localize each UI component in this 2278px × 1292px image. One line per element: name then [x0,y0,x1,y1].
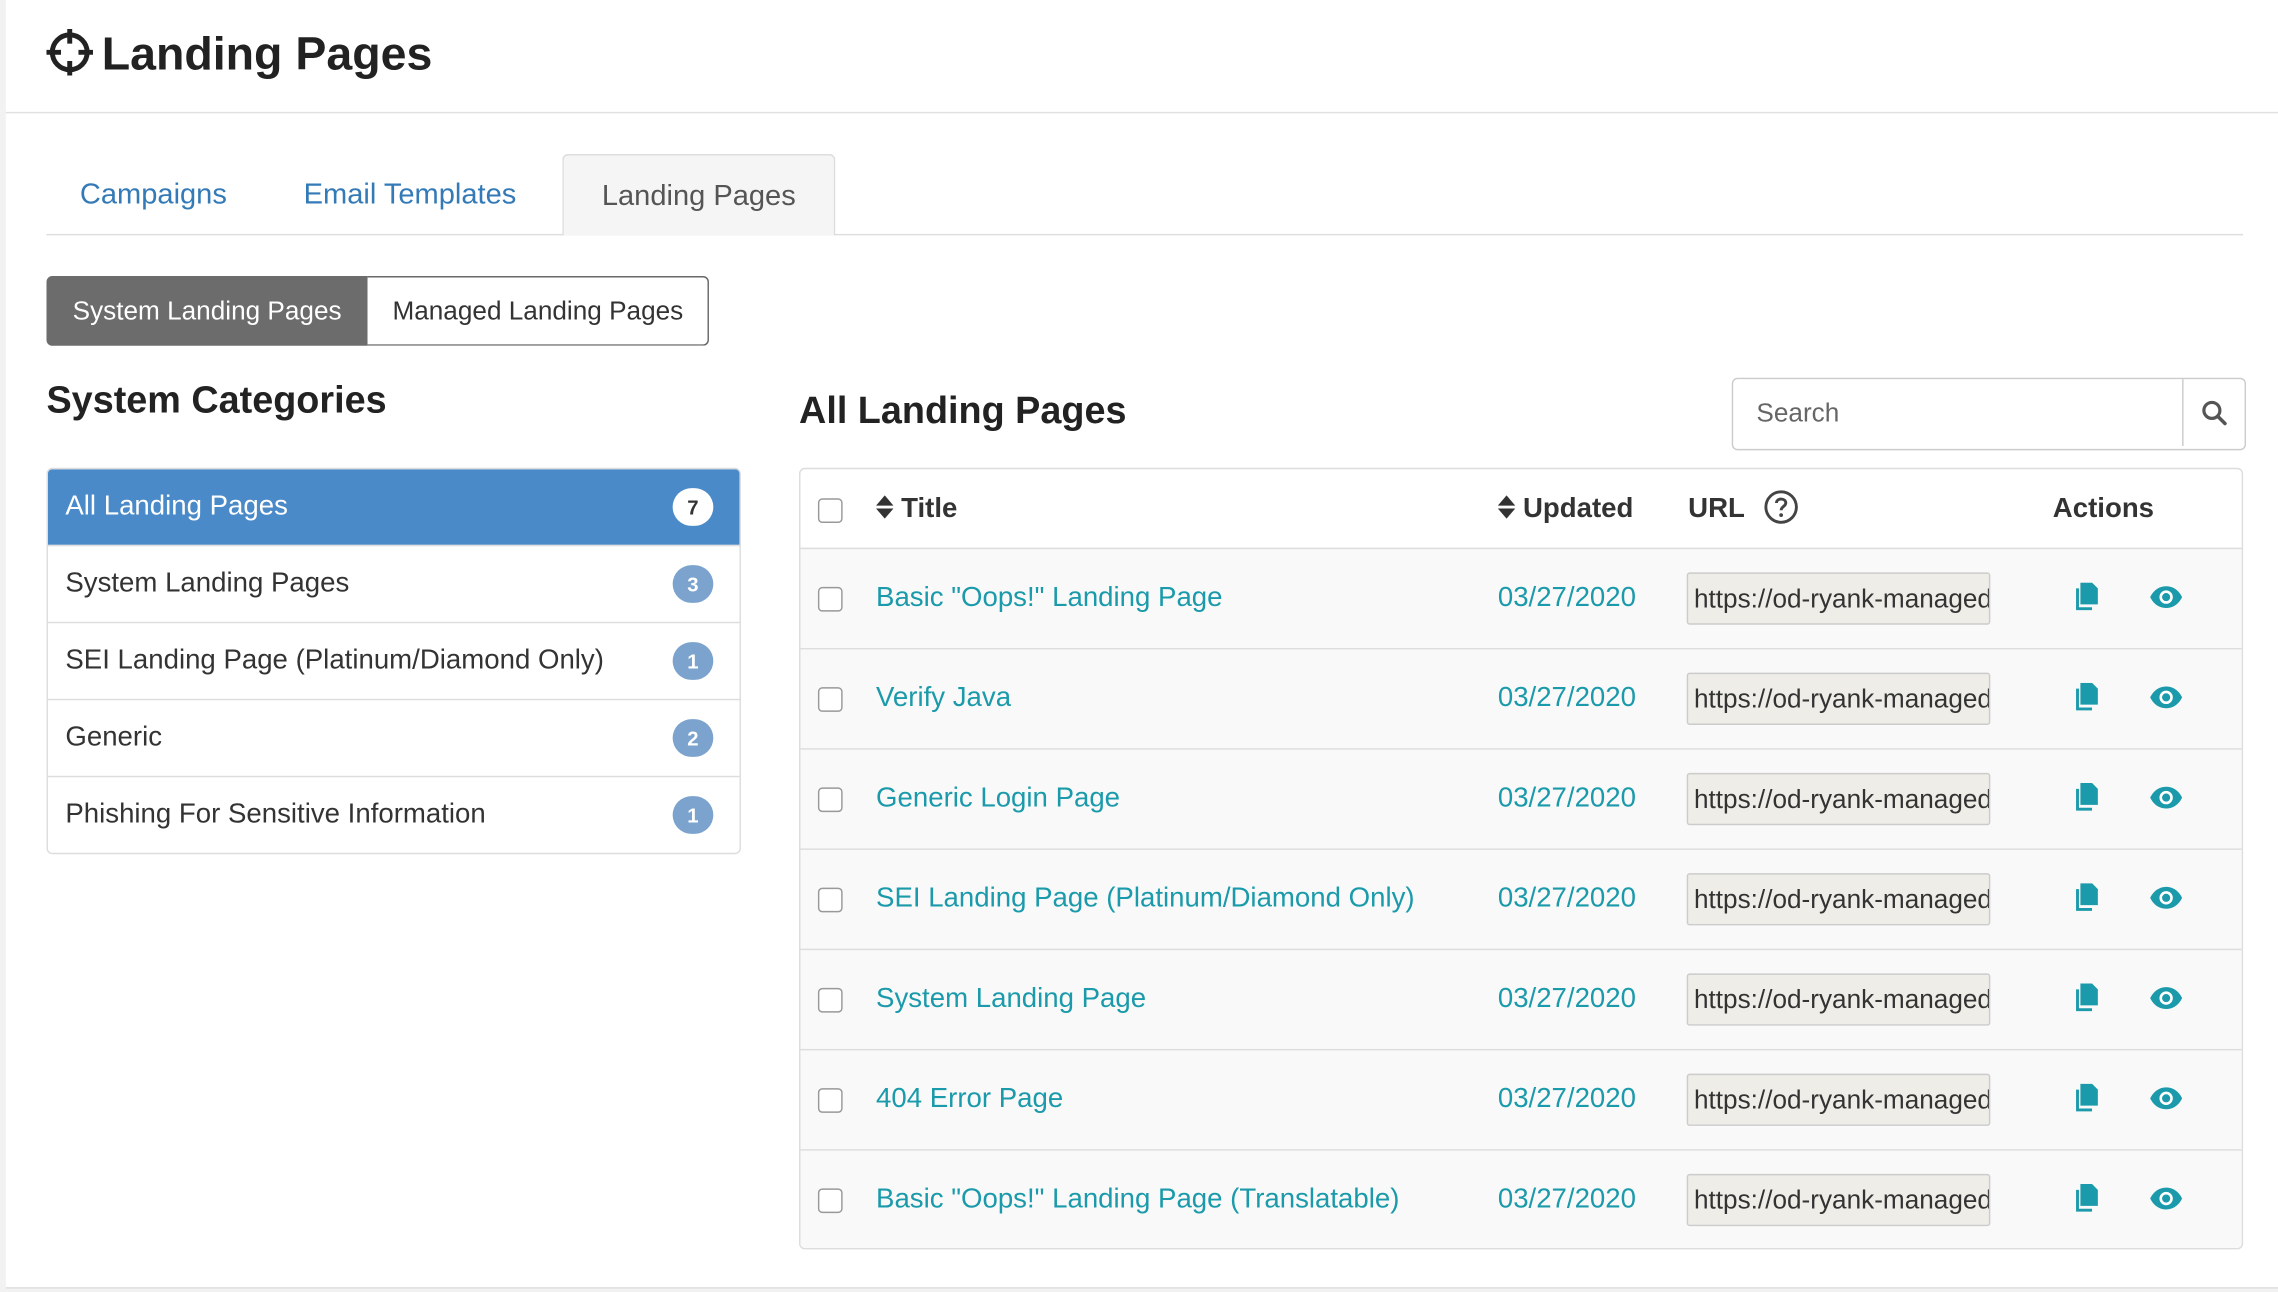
column-updated[interactable]: Updated [1497,469,1634,547]
row-title-link[interactable]: Basic "Oops!" Landing Page [876,549,1222,648]
copy-icon[interactable] [2075,682,2101,712]
row-title-link[interactable]: Generic Login Page [876,750,1120,849]
row-checkbox[interactable] [817,1088,843,1113]
crosshairs-icon [46,29,93,76]
eye-icon[interactable] [2149,686,2184,709]
page: Landing Pages Campaigns Email Templates … [5,0,2278,1289]
category-item-phishing[interactable]: Phishing For Sensitive Information 1 [47,775,740,853]
copy-icon[interactable] [2075,1184,2101,1213]
eye-icon[interactable] [2149,786,2184,809]
category-label: System Landing Pages [65,568,350,599]
system-landing-pages-button[interactable]: System Landing Pages [46,276,368,346]
search-input[interactable] [1733,379,2170,447]
row-checkbox[interactable] [817,887,843,913]
column-url: URL [1688,469,1798,547]
row-url-field[interactable]: https://od-ryank-managed [1686,572,1991,625]
copy-icon[interactable] [2075,783,2101,812]
page-header: Landing Pages [5,0,2278,114]
landing-page-type-toggle: System Landing Pages Managed Landing Pag… [46,276,710,346]
eye-icon[interactable] [2149,986,2184,1009]
category-list: All Landing Pages 7 System Landing Pages… [46,467,741,855]
table-row: System Landing Page 03/27/2020 https://o… [800,948,2242,1049]
table-header: Title Updated URL Actions [800,469,2242,551]
sidebar-title: System Categories [46,377,387,422]
count-badge: 3 [672,565,714,603]
row-url-field[interactable]: https://od-ryank-managed [1686,973,1991,1026]
row-url-field[interactable]: https://od-ryank-managed [1686,873,1991,926]
row-updated: 03/27/2020 [1497,582,1636,614]
row-updated: 03/27/2020 [1497,883,1636,914]
column-url-label: URL [1688,493,1745,525]
search-box [1731,377,2247,451]
row-checkbox[interactable] [817,687,843,712]
row-title-link[interactable]: 404 Error Page [876,1050,1063,1149]
category-item-system[interactable]: System Landing Pages 3 [47,544,740,622]
tab-landing-pages[interactable]: Landing Pages [562,153,836,236]
row-checkbox[interactable] [817,1188,843,1214]
copy-icon[interactable] [2075,983,2101,1013]
table-row: 404 Error Page 03/27/2020 https://od-rya… [800,1048,2242,1150]
column-updated-label: Updated [1522,493,1634,525]
category-item-all[interactable]: All Landing Pages 7 [47,469,740,545]
row-title-link[interactable]: Basic "Oops!" Landing Page (Translatable… [876,1151,1399,1248]
page-title: Landing Pages [101,27,433,80]
row-checkbox[interactable] [817,586,843,612]
row-title-link[interactable]: System Landing Page [876,950,1146,1049]
row-checkbox[interactable] [817,787,843,813]
tab-bar: Campaigns Email Templates Landing Pages [46,153,2244,236]
tab-email-templates[interactable]: Email Templates [304,154,517,234]
canvas: Landing Pages Campaigns Email Templates … [0,0,2278,1292]
row-url-field[interactable]: https://od-ryank-managed [1686,772,1991,826]
column-actions: Actions [2052,493,2155,525]
count-badge: 1 [672,642,714,680]
sort-icon [876,495,894,519]
managed-landing-pages-button[interactable]: Managed Landing Pages [367,276,710,346]
search-icon [2202,400,2227,426]
row-url-field[interactable]: https://od-ryank-managed [1686,1073,1991,1126]
tab-campaigns[interactable]: Campaigns [80,154,227,234]
column-title-label: Title [901,493,958,525]
row-updated: 03/27/2020 [1497,983,1636,1015]
row-updated: 03/27/2020 [1497,1083,1636,1115]
row-updated: 03/27/2020 [1497,1184,1636,1215]
table-row: Basic "Oops!" Landing Page (Translatable… [800,1149,2242,1248]
landing-pages-table: Title Updated URL Actions Basic "Oops!" [799,467,2244,1250]
category-label: SEI Landing Page (Platinum/Diamond Only) [65,645,604,676]
row-url-field[interactable]: https://od-ryank-managed [1686,1173,1991,1227]
eye-icon[interactable] [2149,1187,2184,1210]
eye-icon[interactable] [2149,886,2184,909]
category-label: Generic [65,722,163,753]
copy-icon[interactable] [2075,883,2101,912]
table-row: Verify Java 03/27/2020 https://od-ryank-… [800,647,2242,749]
row-updated: 03/27/2020 [1497,783,1636,814]
table-row: Generic Login Page 03/27/2020 https://od… [800,748,2242,849]
row-title-link[interactable]: SEI Landing Page (Platinum/Diamond Only) [876,850,1415,949]
sort-icon [1497,495,1516,519]
eye-icon[interactable] [2149,585,2184,608]
count-badge: 2 [672,719,714,757]
count-badge: 1 [672,796,714,834]
help-icon[interactable] [1764,490,1799,525]
count-badge: 7 [672,488,714,526]
main-title: All Landing Pages [799,387,1127,432]
table-row: Basic "Oops!" Landing Page 03/27/2020 ht… [800,547,2242,648]
table-row: SEI Landing Page (Platinum/Diamond Only)… [800,848,2242,949]
category-item-generic[interactable]: Generic 2 [47,698,740,776]
column-title[interactable]: Title [876,469,957,547]
copy-icon[interactable] [2075,582,2101,612]
row-url-field[interactable]: https://od-ryank-managed [1686,672,1991,725]
copy-icon[interactable] [2075,1083,2101,1113]
row-checkbox[interactable] [817,987,843,1013]
eye-icon[interactable] [2149,1087,2184,1110]
category-label: All Landing Pages [65,491,288,522]
row-title-link[interactable]: Verify Java [876,649,1011,748]
row-updated: 03/27/2020 [1497,682,1636,714]
select-all-checkbox[interactable] [817,498,843,524]
search-button[interactable] [2182,379,2244,447]
category-label: Phishing For Sensitive Information [65,799,486,830]
category-item-sei[interactable]: SEI Landing Page (Platinum/Diamond Only)… [47,621,740,699]
